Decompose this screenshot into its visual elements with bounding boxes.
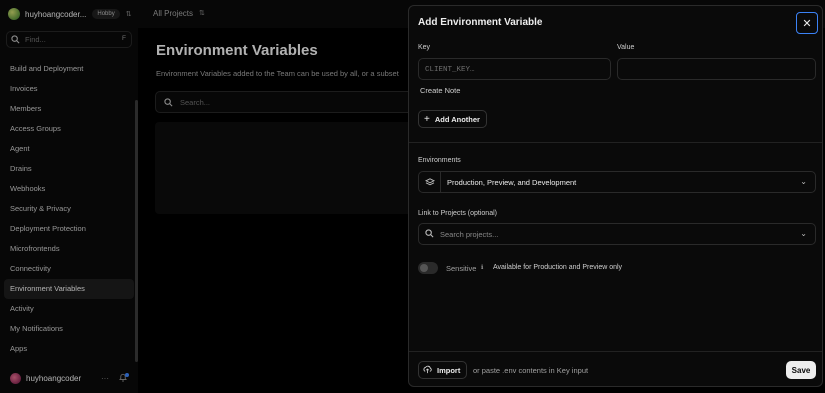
- environments-select[interactable]: Production, Preview, and Development ⌄: [418, 171, 816, 193]
- import-label: Import: [437, 365, 461, 375]
- chevron-down-icon: ⌄: [800, 177, 807, 186]
- toggle-knob: [420, 264, 428, 272]
- import-button[interactable]: Import: [418, 361, 467, 379]
- key-label: Key: [418, 44, 431, 51]
- add-another-label: Add Another: [434, 114, 480, 124]
- layers-icon: [419, 172, 441, 192]
- link-projects-placeholder: Search projects...: [440, 230, 499, 239]
- add-env-variable-panel: Add Environment Variable ✕ Key Value CLI…: [408, 5, 823, 387]
- info-icon[interactable]: ℹ: [481, 264, 483, 271]
- value-label: Value: [617, 44, 635, 51]
- environments-label: Environments: [418, 157, 461, 164]
- upload-icon: [423, 365, 432, 376]
- sensitive-label: Sensitive: [446, 264, 477, 273]
- save-button[interactable]: Save: [786, 361, 816, 379]
- environments-value: Production, Preview, and Development: [447, 178, 577, 187]
- panel-title: Add Environment Variable: [418, 17, 543, 28]
- key-input[interactable]: CLIENT_KEY…: [418, 58, 611, 80]
- divider: [409, 142, 822, 143]
- chevron-down-icon: ⌄: [800, 229, 807, 238]
- close-icon: ✕: [802, 17, 812, 30]
- sensitive-description: Available for Production and Preview onl…: [493, 264, 623, 271]
- plus-icon: +: [424, 113, 430, 125]
- close-button[interactable]: ✕: [796, 12, 818, 34]
- sensitive-toggle[interactable]: [418, 262, 438, 274]
- value-input[interactable]: [617, 58, 816, 80]
- paste-hint: or paste .env contents in Key input: [473, 366, 589, 375]
- create-note-button[interactable]: Create Note: [420, 86, 460, 95]
- link-projects-label: Link to Projects (optional): [418, 210, 497, 217]
- link-projects-select[interactable]: Search projects... ⌄: [418, 223, 816, 245]
- panel-footer: Import or paste .env contents in Key inp…: [409, 351, 822, 387]
- add-another-button[interactable]: + Add Another: [418, 110, 487, 128]
- key-placeholder: CLIENT_KEY…: [425, 66, 475, 74]
- search-icon: [425, 229, 434, 238]
